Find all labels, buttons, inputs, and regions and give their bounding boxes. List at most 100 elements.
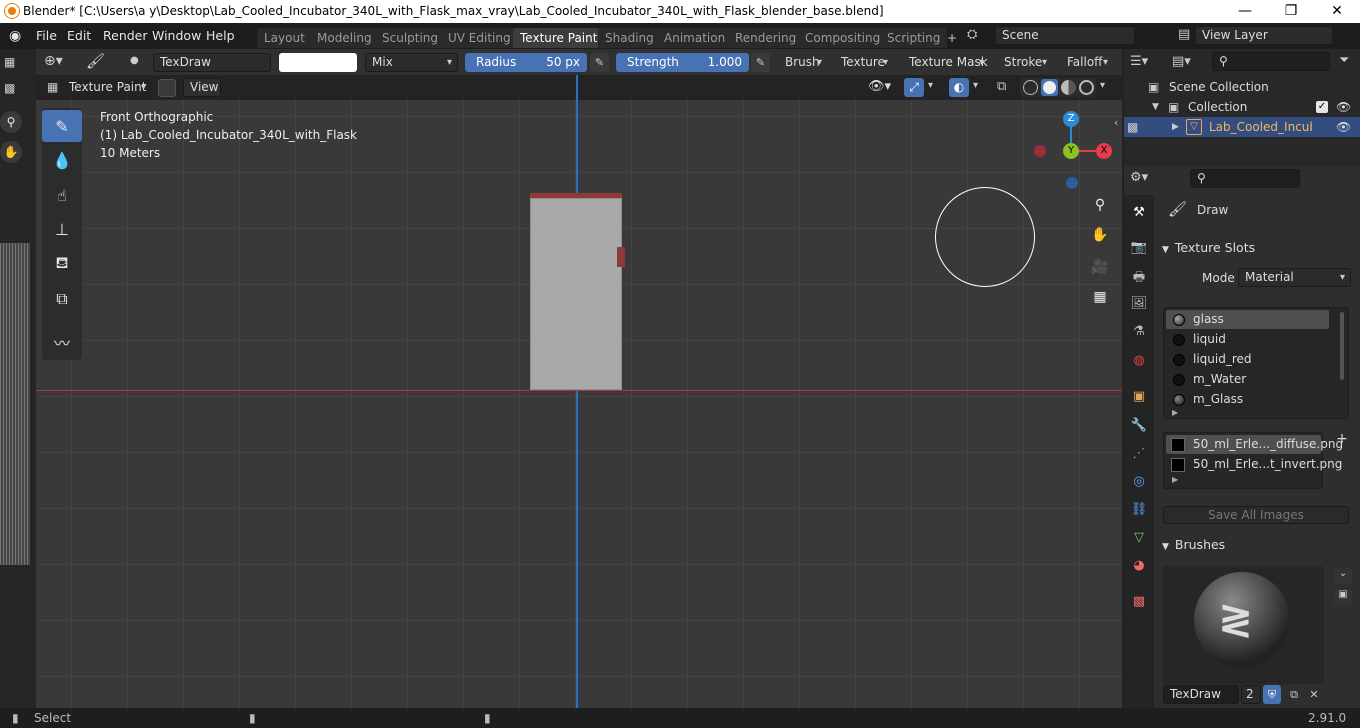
eye-icon[interactable]: 👁 [1336,97,1351,117]
menu-edit[interactable]: Edit [67,28,91,43]
list-item[interactable]: 50_ml_Erle...t_invert.png [1166,455,1342,474]
list-item[interactable]: liquid_red [1166,350,1329,369]
gizmo-y-axis[interactable]: Y [1063,143,1079,159]
strength-slider[interactable]: Strength 1.000 [616,53,749,72]
maximize-button[interactable]: ❐ [1268,0,1314,23]
visibility-icon[interactable]: 👁▾ [868,79,891,94]
tab-scripting[interactable]: Scripting [880,28,948,48]
material-shading-icon[interactable] [1061,80,1076,95]
add-workspace-button[interactable]: + [940,28,964,48]
slot-mode-dropdown[interactable]: Material [1238,268,1351,287]
add-image-icon[interactable]: + [1333,431,1351,449]
brush-name-field[interactable]: TexDraw [153,53,271,72]
zoom-icon[interactable]: ⚲ [0,111,22,133]
annotate-tool-icon[interactable]: 〰 [42,326,82,358]
filter-icon[interactable]: ⏷ [1339,53,1349,68]
tab-modeling[interactable]: Modeling [310,28,379,48]
mask-tool-icon[interactable]: ⧉ [42,283,82,315]
fake-user-shield-icon[interactable]: ⛨ [1263,685,1281,704]
list-item[interactable]: 50_ml_Erle..._diffuse.png [1166,435,1343,454]
brush-users-count[interactable]: 2 [1241,685,1261,704]
3d-viewport[interactable] [36,100,1122,708]
properties-search-input[interactable]: ⚲ [1190,169,1300,188]
smear-tool-icon[interactable]: ☝ [42,179,82,211]
close-button[interactable]: ✕ [1314,0,1360,23]
unlink-icon[interactable]: ✕ [1305,685,1323,704]
duplicate-icon[interactable]: ⧉ [1285,685,1303,704]
gizmo-neg-z[interactable] [1066,177,1078,189]
outliner-row-scene-collection[interactable]: ▣ Scene Collection [1124,77,1360,97]
tab-compositing[interactable]: Compositing [798,28,888,48]
radius-slider[interactable]: Radius 50 px [465,53,587,72]
tab-animation[interactable]: Animation [657,28,733,48]
list-scrollbar[interactable] [1340,312,1344,380]
minimize-button[interactable]: — [1222,0,1268,23]
clone-tool-icon[interactable]: ⊥ [42,213,82,245]
gizmo-z-axis[interactable]: Z [1063,111,1079,127]
brush-preview[interactable]: ≷ [1162,566,1324,684]
draw-tool-icon[interactable]: ✎ [42,110,82,142]
gizmo-neg-x[interactable] [1034,145,1046,157]
tab-texture-paint[interactable]: Texture Paint [513,28,605,48]
material-tab-icon[interactable]: ◕ [1130,558,1148,576]
collection-checkbox[interactable]: ✓ [1316,101,1328,113]
editor-type-icon[interactable]: ⊕▾ [44,53,63,69]
texture-menu[interactable]: Texture [834,53,894,72]
data-tab-icon[interactable]: ▽ [1130,530,1148,548]
menu-file[interactable]: File [36,28,57,43]
soften-tool-icon[interactable]: 💧 [42,144,82,176]
save-all-images-button[interactable]: Save All Images [1163,506,1349,524]
scene-icon[interactable]: ⛭ [967,27,987,45]
view-layer-field[interactable]: View Layer [1195,26,1333,45]
brush-browse-icon[interactable]: ● [130,55,139,66]
gizmo-dropdown-icon[interactable]: ▾ [928,80,933,91]
tab-shading[interactable]: Shading [598,28,661,48]
paint-mask-toggle[interactable] [158,79,176,97]
brush-image-icon[interactable]: ▣ [1334,589,1352,605]
pan-hand-icon[interactable]: ✋ [0,141,22,163]
eye-icon[interactable]: 👁 [1336,117,1351,137]
outliner-editor-icon[interactable]: ☰▾ [1130,54,1148,69]
sidebar-toggle-icon[interactable]: ‹ [1114,116,1118,129]
brush-menu[interactable]: Brush [778,53,828,72]
constraints-tab-icon[interactable]: ⛓ [1130,502,1148,520]
output-tab-icon[interactable]: 🖶 [1130,268,1148,286]
scene-tab-icon[interactable]: ⚗ [1130,324,1148,342]
brush-datablock-name[interactable]: TexDraw [1163,685,1239,704]
particles-tab-icon[interactable]: ⋰ [1130,446,1148,464]
list-item[interactable]: liquid [1166,330,1329,349]
object-tab-icon[interactable]: ▣ [1130,389,1148,407]
modifier-tab-icon[interactable]: 🔧 [1130,418,1148,436]
tab-sculpting[interactable]: Sculpting [375,28,446,48]
outliner-search-input[interactable]: ⚲ [1212,52,1330,71]
list-item[interactable]: glass [1166,310,1329,329]
brush-color-swatch[interactable] [279,53,357,72]
tab-rendering[interactable]: Rendering [728,28,804,48]
brushes-panel-header[interactable]: ▼ Brushes [1154,534,1356,556]
display-mode-icon[interactable]: ▤▾ [1172,54,1191,69]
camera-icon[interactable]: 🎥 [1087,254,1113,280]
shading-dropdown-icon[interactable]: ▾ [1100,80,1105,91]
world-tab-icon[interactable]: ◍ [1130,353,1148,371]
overlay-toggle-icon[interactable]: ◐ [949,78,969,97]
view-layer-tab-icon[interactable]: 🖼 [1130,296,1148,314]
gizmo-toggle-icon[interactable]: ⤢ [904,78,924,97]
xray-icon[interactable]: ⧉ [997,79,1006,94]
tab-uv-editing[interactable]: UV Editing [441,28,518,48]
solid-shading-icon[interactable] [1041,79,1058,96]
blend-mode-dropdown[interactable]: Mix [365,53,458,72]
expand-list-icon[interactable]: ▶ [1172,408,1178,417]
texture-tab-icon[interactable]: ▩ [1130,594,1148,612]
properties-editor-icon[interactable]: ⚙▾ [1130,170,1148,185]
list-item[interactable]: m_Water [1166,370,1329,389]
render-tab-icon[interactable]: 📷 [1130,240,1148,258]
scene-field[interactable]: Scene [995,26,1135,45]
menu-render[interactable]: Render [103,28,148,43]
fill-tool-icon[interactable]: ⛾ [42,247,82,279]
zoom-icon[interactable]: ⚲ [1087,192,1113,218]
expand-list-icon[interactable]: ▶ [1172,475,1178,484]
expand-chevron-icon[interactable]: ▼ [1152,97,1159,117]
menu-help[interactable]: Help [206,28,235,43]
mode-dropdown[interactable]: Texture Paint [62,78,152,97]
expand-chevron-icon[interactable]: ▶ [1172,117,1179,137]
